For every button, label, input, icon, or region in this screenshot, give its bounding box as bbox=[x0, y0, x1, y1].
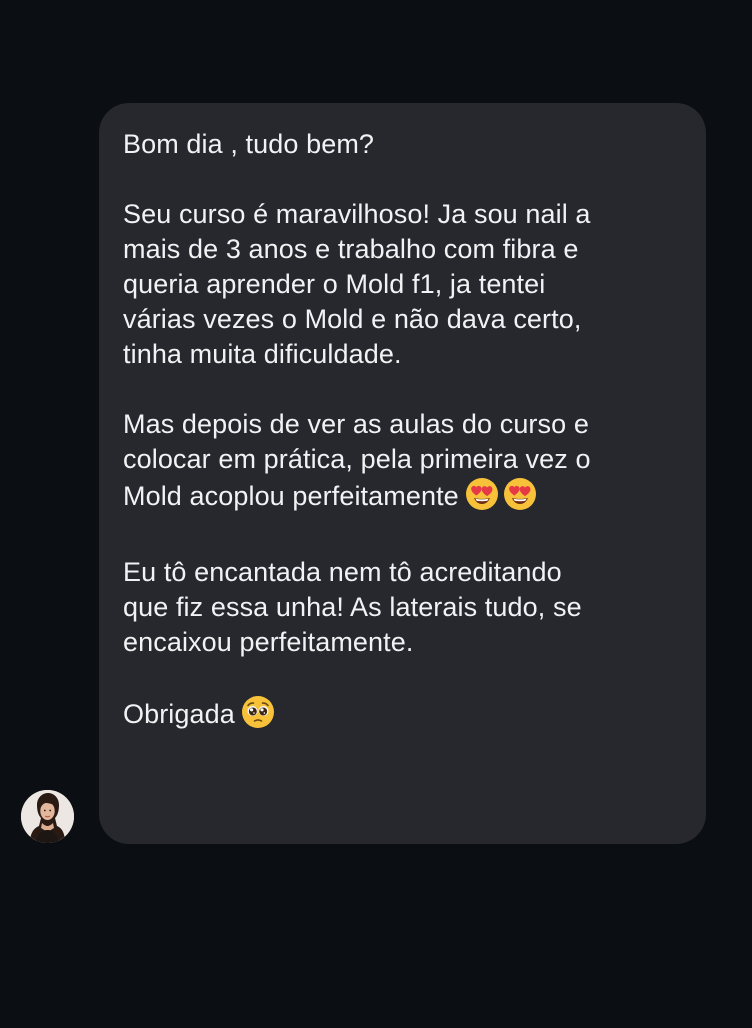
pleading-face-emoji bbox=[241, 695, 275, 738]
message-bubble[interactable]: Bom dia , tudo bem? Seu curso é maravilh… bbox=[99, 103, 706, 844]
heart-eyes-emoji bbox=[503, 477, 537, 520]
message-paragraph-greeting: Bom dia , tudo bem? bbox=[123, 129, 375, 159]
message-paragraph-thanks: Obrigada bbox=[123, 695, 686, 738]
sender-avatar[interactable] bbox=[21, 790, 74, 843]
message-paragraph-thanks-text: Obrigada bbox=[123, 699, 235, 729]
message-paragraph-result: Mas depois de ver as aulas do curso e co… bbox=[123, 407, 686, 520]
message-paragraph-course-praise: Seu curso é maravilhoso! Ja sou nail a m… bbox=[123, 199, 591, 369]
chat-thread: Bom dia , tudo bem? Seu curso é maravilh… bbox=[0, 0, 752, 1028]
profile-photo bbox=[21, 790, 74, 843]
heart-eyes-emoji bbox=[465, 477, 499, 520]
message-paragraph-excitement: Eu tô encantada nem tô acreditando que f… bbox=[123, 557, 582, 657]
